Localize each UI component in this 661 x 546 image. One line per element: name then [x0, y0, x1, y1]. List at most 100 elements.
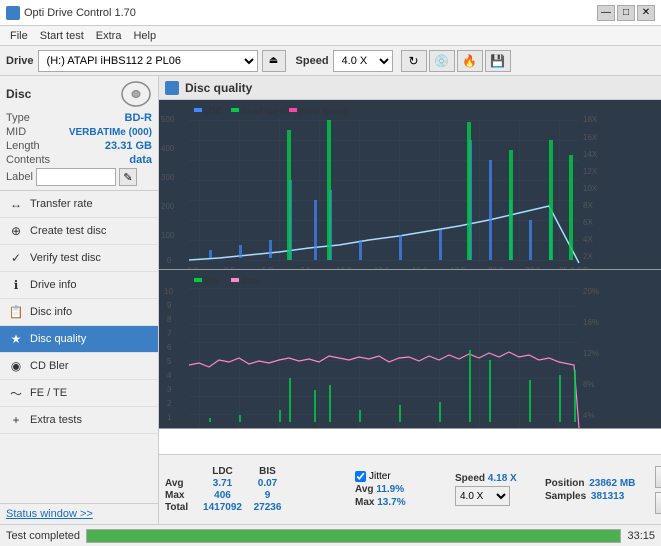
- avg-jitter: 11.9%: [376, 484, 404, 495]
- sidebar-item-transfer-rate[interactable]: ↔ Transfer rate: [0, 191, 158, 218]
- sidebar-item-label: CD Bler: [30, 360, 69, 372]
- menu-file[interactable]: File: [4, 29, 34, 43]
- svg-text:12%: 12%: [583, 349, 599, 358]
- sidebar-item-create-test-disc[interactable]: ⊕ Create test disc: [0, 218, 158, 245]
- type-value: BD-R: [125, 112, 153, 124]
- window-controls: — □ ✕: [597, 5, 655, 21]
- chart-bottom-svg: BIS Jitter 10 9 8 7 6 5 4 3 2 1 20%: [159, 270, 661, 428]
- speed-label: Speed: [296, 55, 329, 67]
- drive-select[interactable]: (H:) ATAPI iHBS112 2 PL06: [38, 50, 258, 72]
- svg-text:400: 400: [161, 144, 175, 153]
- disc-section: Disc Type BD-R MID VERBATIMe (000) Lengt…: [0, 76, 158, 191]
- menu-start-test[interactable]: Start test: [34, 29, 90, 43]
- avg-bis: 0.07: [245, 478, 290, 489]
- svg-text:20.0: 20.0: [488, 266, 504, 269]
- label-input[interactable]: [36, 168, 116, 186]
- svg-text:2.5: 2.5: [224, 266, 236, 269]
- svg-text:300: 300: [161, 173, 175, 182]
- svg-text:0: 0: [167, 256, 172, 265]
- svg-text:25.0 GB: 25.0 GB: [559, 266, 588, 269]
- max-jitter: 13.7%: [377, 497, 405, 508]
- action-buttons: Start full Start part: [655, 466, 661, 514]
- content-header: Disc quality: [159, 76, 661, 100]
- status-window-link[interactable]: Status window >>: [0, 503, 158, 524]
- svg-text:6X: 6X: [583, 218, 593, 227]
- svg-text:7.5: 7.5: [300, 266, 312, 269]
- sidebar-item-disc-info[interactable]: 📋 Disc info: [0, 299, 158, 326]
- position-label: Position: [545, 478, 584, 489]
- sidebar-item-disc-quality[interactable]: ★ Disc quality: [0, 326, 158, 353]
- sidebar-item-label: Disc quality: [30, 333, 86, 345]
- svg-text:9: 9: [167, 301, 172, 310]
- maximize-button[interactable]: □: [617, 5, 635, 21]
- speed-select-stat[interactable]: 4.0 X: [455, 486, 510, 506]
- elapsed-time: 33:15: [627, 530, 655, 542]
- sidebar-item-fe-te[interactable]: 〜 FE / TE: [0, 380, 158, 407]
- svg-text:12.5: 12.5: [374, 266, 390, 269]
- main-area: Disc Type BD-R MID VERBATIMe (000) Lengt…: [0, 76, 661, 524]
- save-button[interactable]: 💾: [485, 50, 511, 72]
- start-full-button[interactable]: Start full: [655, 466, 661, 488]
- sidebar-item-drive-info[interactable]: ℹ Drive info: [0, 272, 158, 299]
- svg-text:8: 8: [167, 315, 172, 324]
- label-label: Label: [6, 171, 33, 183]
- fe-te-icon: 〜: [8, 385, 24, 401]
- drive-info-icon: ℹ: [8, 277, 24, 293]
- svg-text:Read speed: Read speed: [241, 106, 290, 116]
- speed-select[interactable]: 4.0 X: [333, 50, 393, 72]
- svg-text:2X: 2X: [583, 252, 593, 261]
- minimize-button[interactable]: —: [597, 5, 615, 21]
- svg-text:1: 1: [167, 413, 172, 422]
- mid-label: MID: [6, 126, 26, 138]
- label-edit-button[interactable]: ✎: [119, 168, 137, 186]
- svg-text:4X: 4X: [583, 235, 593, 244]
- refresh-button[interactable]: ↻: [401, 50, 427, 72]
- chart-bis: BIS Jitter 10 9 8 7 6 5 4 3 2 1 20%: [159, 270, 661, 429]
- sidebar-item-extra-tests[interactable]: + Extra tests: [0, 407, 158, 434]
- samples-value: 381313: [591, 491, 624, 502]
- disc-title: Disc: [6, 87, 31, 101]
- svg-text:2: 2: [167, 399, 172, 408]
- sidebar-item-label: Verify test disc: [30, 252, 101, 264]
- chart-top-svg: LDC Read speed Write speed 500 400 300 2…: [159, 100, 661, 269]
- burn-button[interactable]: 🔥: [457, 50, 483, 72]
- svg-text:BIS: BIS: [204, 276, 219, 286]
- menu-help[interactable]: Help: [127, 29, 162, 43]
- jitter-checkbox[interactable]: [355, 471, 366, 482]
- sidebar: Disc Type BD-R MID VERBATIMe (000) Lengt…: [0, 76, 159, 524]
- svg-text:100: 100: [161, 231, 175, 240]
- svg-text:22.5: 22.5: [525, 266, 541, 269]
- svg-text:8%: 8%: [583, 380, 595, 389]
- cd-bler-icon: ◉: [8, 358, 24, 374]
- mid-value: VERBATIMe (000): [69, 127, 152, 138]
- app-title: Opti Drive Control 1.70: [24, 7, 136, 19]
- svg-text:16%: 16%: [583, 318, 599, 327]
- avg-speed: 4.18 X: [488, 473, 517, 484]
- close-button[interactable]: ✕: [637, 5, 655, 21]
- content-title: Disc quality: [185, 81, 252, 95]
- disc-button[interactable]: 💿: [429, 50, 455, 72]
- svg-text:17.5: 17.5: [450, 266, 466, 269]
- contents-label: Contents: [6, 154, 50, 166]
- stats-bar: LDC BIS Avg 3.71 0.07 Max 406 9 Total 14…: [159, 454, 661, 524]
- svg-text:16X: 16X: [583, 133, 598, 142]
- type-label: Type: [6, 112, 30, 124]
- charts-area: LDC Read speed Write speed 500 400 300 2…: [159, 100, 661, 454]
- sidebar-item-label: Create test disc: [30, 225, 106, 237]
- disc-info-icon: 📋: [8, 304, 24, 320]
- eject-button[interactable]: ⏏: [262, 50, 286, 72]
- max-jitter-label: Max: [355, 497, 377, 508]
- total-label: Total: [165, 502, 200, 513]
- svg-text:14X: 14X: [583, 150, 598, 159]
- svg-text:10.0: 10.0: [336, 266, 352, 269]
- sidebar-item-cd-bler[interactable]: ◉ CD Bler: [0, 353, 158, 380]
- svg-text:4: 4: [167, 371, 172, 380]
- titlebar: Opti Drive Control 1.70 — □ ✕: [0, 0, 661, 26]
- menu-extra[interactable]: Extra: [90, 29, 128, 43]
- sidebar-item-label: Disc info: [30, 306, 72, 318]
- start-part-button[interactable]: Start part: [655, 492, 661, 514]
- svg-text:0.0: 0.0: [187, 266, 199, 269]
- sidebar-item-label: FE / TE: [30, 387, 67, 399]
- contents-value: data: [129, 154, 152, 166]
- sidebar-item-verify-test-disc[interactable]: ✓ Verify test disc: [0, 245, 158, 272]
